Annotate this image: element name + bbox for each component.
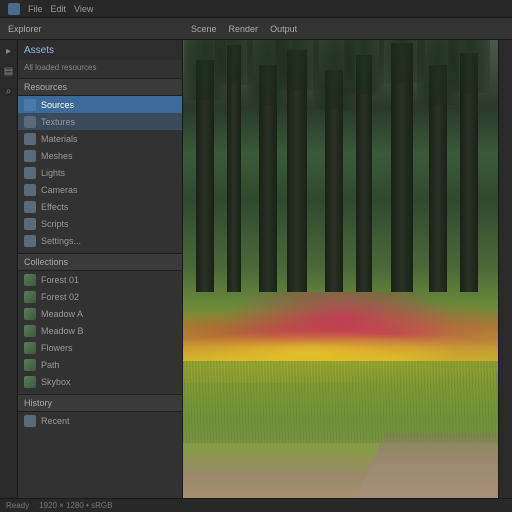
folder-icon (24, 150, 36, 162)
panel-header: Explorer (4, 24, 169, 34)
sidebar-item[interactable]: Meadow A (18, 305, 182, 322)
menu-bar: File Edit View (0, 0, 512, 18)
sidebar-item-label: Flowers (41, 343, 73, 353)
image-thumb-icon (24, 376, 36, 388)
tool-pointer-icon[interactable]: ▸ (2, 44, 16, 58)
clock-icon (24, 415, 36, 427)
folder-icon (24, 99, 36, 111)
sidebar-item-label: Scripts (41, 219, 69, 229)
canvas-viewport[interactable] (183, 40, 498, 498)
tab-output[interactable]: Output (270, 24, 297, 34)
sidebar-item-label: Cameras (41, 185, 78, 195)
sidebar-item[interactable]: Path (18, 356, 182, 373)
app-root: File Edit View Explorer Scene Render Out… (0, 0, 512, 512)
sidebar-item-label: Recent (41, 416, 70, 426)
tool-rail: ▸ ▤ ⌕ (0, 40, 18, 498)
sidebar-subtitle: All loaded resources (18, 60, 182, 74)
sidebar-item-sources[interactable]: Sources (18, 96, 182, 113)
section-collections[interactable]: Collections (18, 253, 182, 271)
canvas-image (183, 40, 498, 498)
folder-icon (24, 167, 36, 179)
sidebar-item[interactable]: Flowers (18, 339, 182, 356)
image-thumb-icon (24, 359, 36, 371)
scene-grass (183, 361, 498, 443)
menu-file[interactable]: File (28, 4, 43, 14)
status-text: Ready (6, 501, 29, 510)
folder-icon (24, 116, 36, 128)
folder-icon (24, 201, 36, 213)
sidebar-item[interactable]: Forest 01 (18, 271, 182, 288)
status-info: 1920 × 1280 • sRGB (39, 501, 112, 510)
tab-bar: Explorer Scene Render Output (0, 18, 512, 40)
sidebar-item[interactable]: Meshes (18, 147, 182, 164)
sidebar-item-settings[interactable]: Settings... (18, 232, 182, 249)
app-icon (8, 3, 20, 15)
image-thumb-icon (24, 291, 36, 303)
sidebar-item-label: Meshes (41, 151, 73, 161)
folder-icon (24, 133, 36, 145)
right-rail (498, 40, 512, 498)
image-thumb-icon (24, 342, 36, 354)
sidebar-item-label: Path (41, 360, 60, 370)
sidebar-item-label: Forest 01 (41, 275, 79, 285)
sidebar-item-label: Materials (41, 134, 78, 144)
sidebar-item[interactable]: Recent (18, 412, 182, 429)
menu-edit[interactable]: Edit (51, 4, 67, 14)
sidebar-item-label: Effects (41, 202, 68, 212)
sidebar-item[interactable]: Meadow B (18, 322, 182, 339)
sidebar-item-label: Skybox (41, 377, 71, 387)
sidebar-item-label: Sources (41, 100, 74, 110)
tool-layers-icon[interactable]: ▤ (2, 64, 16, 78)
sidebar-item-label: Forest 02 (41, 292, 79, 302)
sidebar-item-label: Settings... (41, 236, 81, 246)
folder-icon (24, 218, 36, 230)
section-history[interactable]: History (18, 394, 182, 412)
sidebar: Assets All loaded resources Resources So… (18, 40, 183, 498)
sidebar-item-label: Meadow B (41, 326, 84, 336)
scene-trees (183, 40, 498, 292)
panel-title: Explorer (8, 24, 42, 34)
image-thumb-icon (24, 308, 36, 320)
sidebar-title: Assets (18, 40, 182, 60)
sidebar-item[interactable]: Forest 02 (18, 288, 182, 305)
sidebar-item[interactable]: Lights (18, 164, 182, 181)
gear-icon (24, 235, 36, 247)
sidebar-item[interactable]: Textures (18, 113, 182, 130)
sidebar-item-label: Meadow A (41, 309, 83, 319)
sidebar-item[interactable]: Materials (18, 130, 182, 147)
body-row: ▸ ▤ ⌕ Assets All loaded resources Resour… (0, 40, 512, 498)
image-thumb-icon (24, 325, 36, 337)
menu-view[interactable]: View (74, 4, 93, 14)
image-thumb-icon (24, 274, 36, 286)
tool-search-icon[interactable]: ⌕ (2, 84, 16, 98)
sidebar-item-label: Lights (41, 168, 65, 178)
folder-icon (24, 184, 36, 196)
document-tabs: Scene Render Output (171, 24, 297, 34)
sidebar-item[interactable]: Skybox (18, 373, 182, 390)
sidebar-item[interactable]: Effects (18, 198, 182, 215)
sidebar-item-label: Textures (41, 117, 75, 127)
tab-scene[interactable]: Scene (191, 24, 217, 34)
section-resources[interactable]: Resources (18, 78, 182, 96)
status-bar: Ready 1920 × 1280 • sRGB (0, 498, 512, 512)
tab-render[interactable]: Render (229, 24, 259, 34)
sidebar-item[interactable]: Cameras (18, 181, 182, 198)
sidebar-item[interactable]: Scripts (18, 215, 182, 232)
